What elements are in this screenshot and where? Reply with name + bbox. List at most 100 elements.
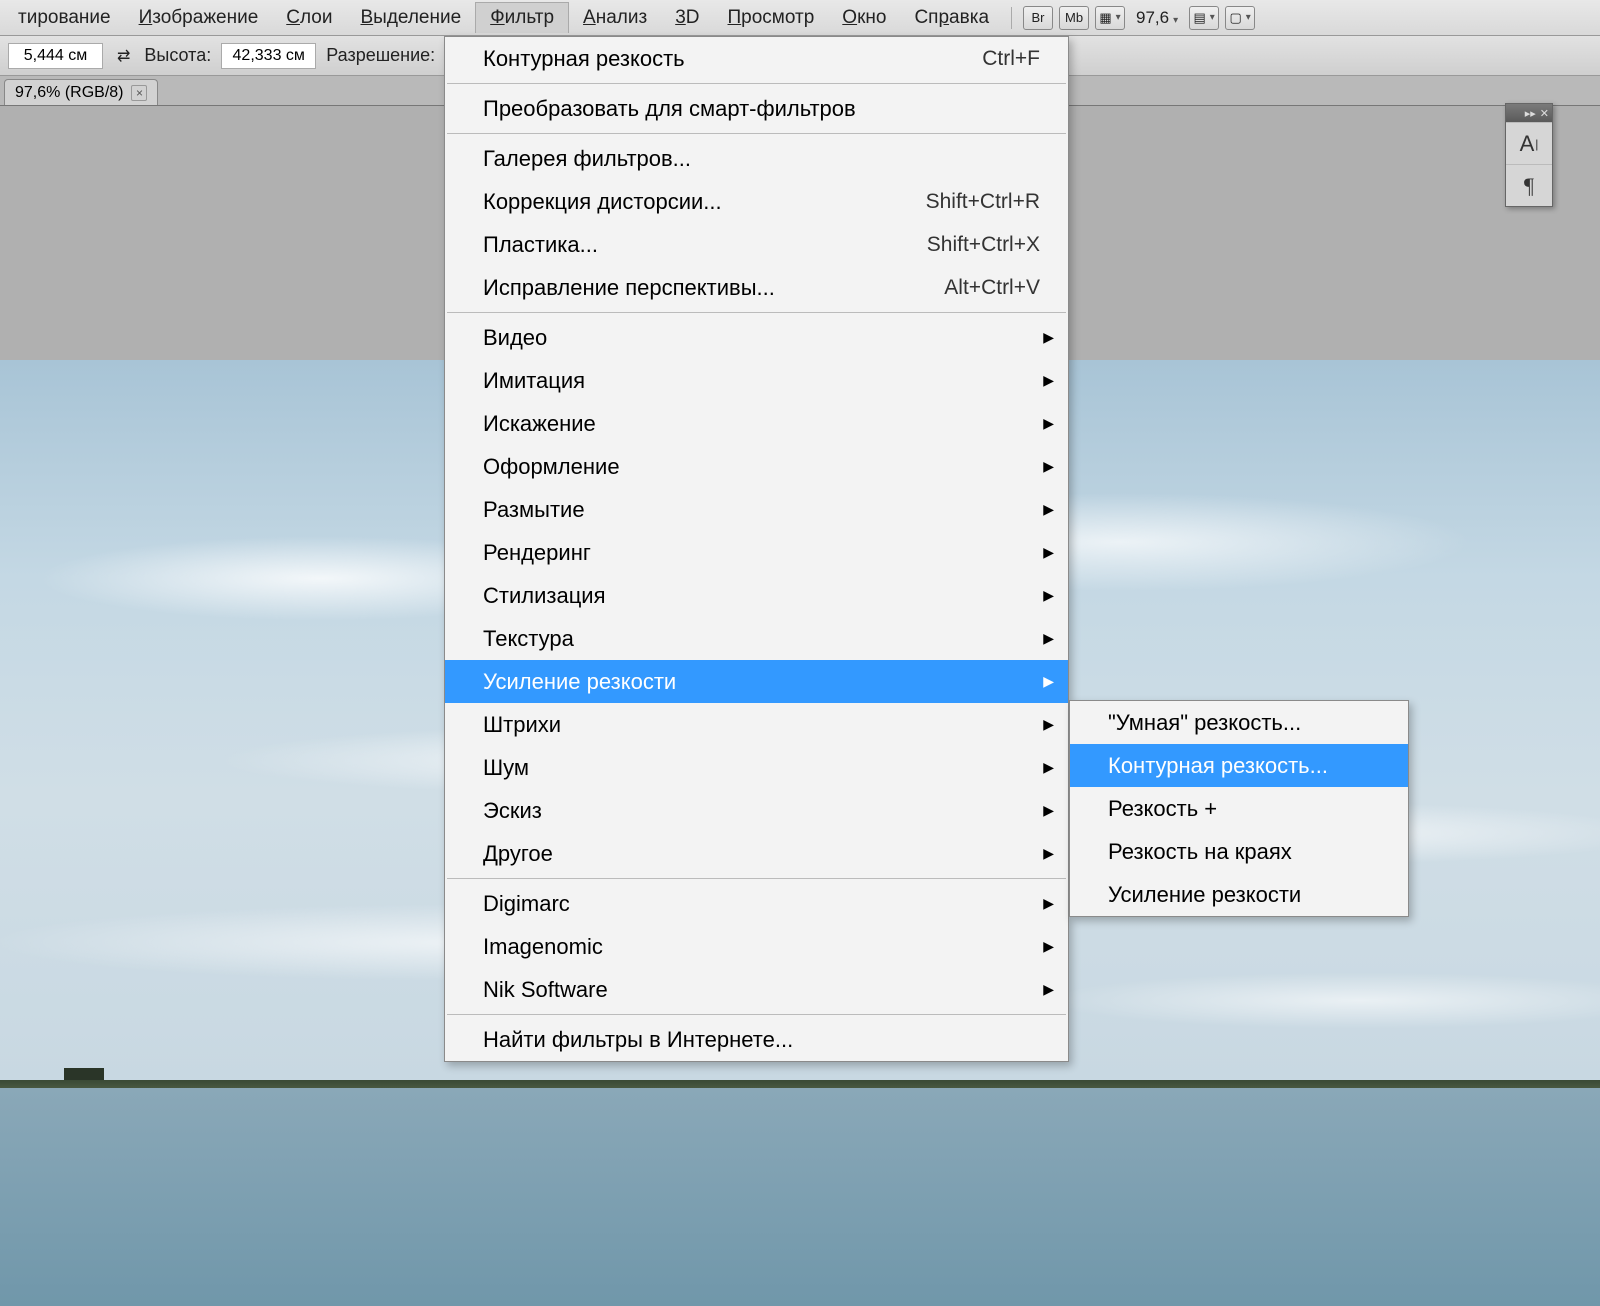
menu-item-label: Искажение <box>483 411 1040 437</box>
arrange-button[interactable]: ▤▾ <box>1189 6 1219 30</box>
filter-item[interactable]: Imagenomic▶ <box>445 925 1068 968</box>
character-panel-collapsed[interactable]: ▸▸✕ A| ¶ <box>1505 103 1553 207</box>
menu-изображение[interactable]: Изображение <box>125 3 273 33</box>
filter-item[interactable]: Размытие▶ <box>445 488 1068 531</box>
submenu-arrow-icon: ▶ <box>1043 501 1054 518</box>
menu-item-label: "Умная" резкость... <box>1108 710 1380 736</box>
zoom-level[interactable]: 97,6▾ <box>1136 8 1178 28</box>
width-input[interactable] <box>8 43 103 69</box>
menu-item-label: Digimarc <box>483 891 1040 917</box>
height-input[interactable] <box>221 43 316 69</box>
menu-item-label: Эскиз <box>483 798 1040 824</box>
filter-item[interactable]: Имитация▶ <box>445 359 1068 402</box>
submenu-arrow-icon: ▶ <box>1043 716 1054 733</box>
menu-3d[interactable]: 3D <box>661 3 713 33</box>
paragraph-panel-icon[interactable]: ¶ <box>1506 164 1552 206</box>
close-icon[interactable]: × <box>131 85 147 101</box>
filter-item[interactable]: Текстура▶ <box>445 617 1068 660</box>
filter-item[interactable]: Эскиз▶ <box>445 789 1068 832</box>
menu-item-label: Штрихи <box>483 712 1040 738</box>
filter-item[interactable]: Штрихи▶ <box>445 703 1068 746</box>
character-panel-icon[interactable]: A| <box>1506 122 1552 164</box>
filter-item[interactable]: Рендеринг▶ <box>445 531 1068 574</box>
document-tab[interactable]: 97,6% (RGB/8) × <box>4 79 158 105</box>
filter-item[interactable]: Преобразовать для смарт-фильтров <box>445 87 1068 130</box>
menu-анализ[interactable]: Анализ <box>569 3 661 33</box>
submenu-arrow-icon: ▶ <box>1043 544 1054 561</box>
panel-header[interactable]: ▸▸✕ <box>1506 104 1552 122</box>
menu-item-label: Размытие <box>483 497 1040 523</box>
filter-item[interactable]: Видео▶ <box>445 316 1068 359</box>
filter-item[interactable]: Коррекция дисторсии... Shift+Ctrl+R <box>445 180 1068 223</box>
shortcut-label: Ctrl+F <box>982 47 1040 71</box>
menu-item-label: Коррекция дисторсии... <box>483 189 886 215</box>
swap-icon[interactable]: ⇄ <box>113 46 134 66</box>
submenu-arrow-icon: ▶ <box>1043 895 1054 912</box>
resolution-label: Разрешение: <box>326 45 435 66</box>
filter-item[interactable]: Nik Software▶ <box>445 968 1068 1011</box>
sharpen-submenu: "Умная" резкость... Контурная резкость...… <box>1069 700 1409 917</box>
menu-item-label: Видео <box>483 325 1040 351</box>
menu-item-label: Резкость на краях <box>1108 839 1380 865</box>
filter-item[interactable]: Контурная резкость Ctrl+F <box>445 37 1068 80</box>
filter-item[interactable]: Шум▶ <box>445 746 1068 789</box>
menu-item-label: Пластика... <box>483 232 887 258</box>
filter-item[interactable]: Пластика... Shift+Ctrl+X <box>445 223 1068 266</box>
sharpen-item[interactable]: Усиление резкости <box>1070 873 1408 916</box>
menu-item-label: Шум <box>483 755 1040 781</box>
submenu-arrow-icon: ▶ <box>1043 630 1054 647</box>
menubar-separator <box>1011 7 1012 29</box>
menu-окно[interactable]: Окно <box>828 3 900 33</box>
sharpen-item[interactable]: Резкость на краях <box>1070 830 1408 873</box>
filter-item[interactable]: Искажение▶ <box>445 402 1068 445</box>
submenu-arrow-icon: ▶ <box>1043 372 1054 389</box>
menu-item-label: Контурная резкость <box>483 46 942 72</box>
menu-фильтр[interactable]: Фильтр <box>475 2 569 33</box>
menu-слои[interactable]: Слои <box>272 3 346 33</box>
minibridge-button[interactable]: Mb <box>1059 6 1089 30</box>
filter-item[interactable]: Исправление перспективы...Alt+Ctrl+V <box>445 266 1068 309</box>
submenu-arrow-icon: ▶ <box>1043 759 1054 776</box>
menubar: тированиеИзображениеСлоиВыделениеФильтрА… <box>0 0 1600 36</box>
menu-item-label: Имитация <box>483 368 1040 394</box>
menu-item-label: Текстура <box>483 626 1040 652</box>
menu-просмотр[interactable]: Просмотр <box>714 3 829 33</box>
filter-item[interactable]: Другое▶ <box>445 832 1068 875</box>
fullscreen-button[interactable]: ▢▾ <box>1225 6 1255 30</box>
submenu-arrow-icon: ▶ <box>1043 587 1054 604</box>
filter-item[interactable]: Digimarc▶ <box>445 882 1068 925</box>
menu-item-label: Другое <box>483 841 1040 867</box>
filter-item[interactable]: Оформление▶ <box>445 445 1068 488</box>
bridge-button[interactable]: Br <box>1023 6 1053 30</box>
menu-справка[interactable]: Справка <box>900 3 1003 33</box>
submenu-arrow-icon: ▶ <box>1043 845 1054 862</box>
sharpen-item[interactable]: Резкость + <box>1070 787 1408 830</box>
menu-item-label: Найти фильтры в Интернете... <box>483 1027 1040 1053</box>
menu-тирование[interactable]: тирование <box>4 3 125 33</box>
menu-item-label: Исправление перспективы... <box>483 275 904 301</box>
submenu-arrow-icon: ▶ <box>1043 458 1054 475</box>
submenu-arrow-icon: ▶ <box>1043 673 1054 690</box>
filter-menu: Контурная резкость Ctrl+F Преобразовать дл… <box>444 36 1069 1062</box>
menu-item-label: Преобразовать для смарт-фильтров <box>483 96 1040 122</box>
filter-item[interactable]: Галерея фильтров... <box>445 137 1068 180</box>
height-label: Высота: <box>144 45 211 66</box>
menu-выделение[interactable]: Выделение <box>346 3 475 33</box>
screen-mode-button[interactable]: ▦▾ <box>1095 6 1125 30</box>
image-water <box>0 1088 1600 1306</box>
document-tab-title: 97,6% (RGB/8) <box>15 84 123 102</box>
shortcut-label: Shift+Ctrl+X <box>927 233 1040 257</box>
menu-item-label: Галерея фильтров... <box>483 146 1040 172</box>
submenu-arrow-icon: ▶ <box>1043 415 1054 432</box>
shortcut-label: Shift+Ctrl+R <box>926 190 1040 214</box>
menu-item-label: Оформление <box>483 454 1040 480</box>
filter-item[interactable]: Найти фильтры в Интернете... <box>445 1018 1068 1061</box>
filter-item[interactable]: Стилизация▶ <box>445 574 1068 617</box>
menu-item-label: Резкость + <box>1108 796 1380 822</box>
sharpen-item[interactable]: Контурная резкость... <box>1070 744 1408 787</box>
menu-item-label: Контурная резкость... <box>1108 753 1380 779</box>
sharpen-item[interactable]: "Умная" резкость... <box>1070 701 1408 744</box>
filter-item[interactable]: Усиление резкости▶ <box>445 660 1068 703</box>
submenu-arrow-icon: ▶ <box>1043 329 1054 346</box>
menu-item-label: Усиление резкости <box>1108 882 1380 908</box>
